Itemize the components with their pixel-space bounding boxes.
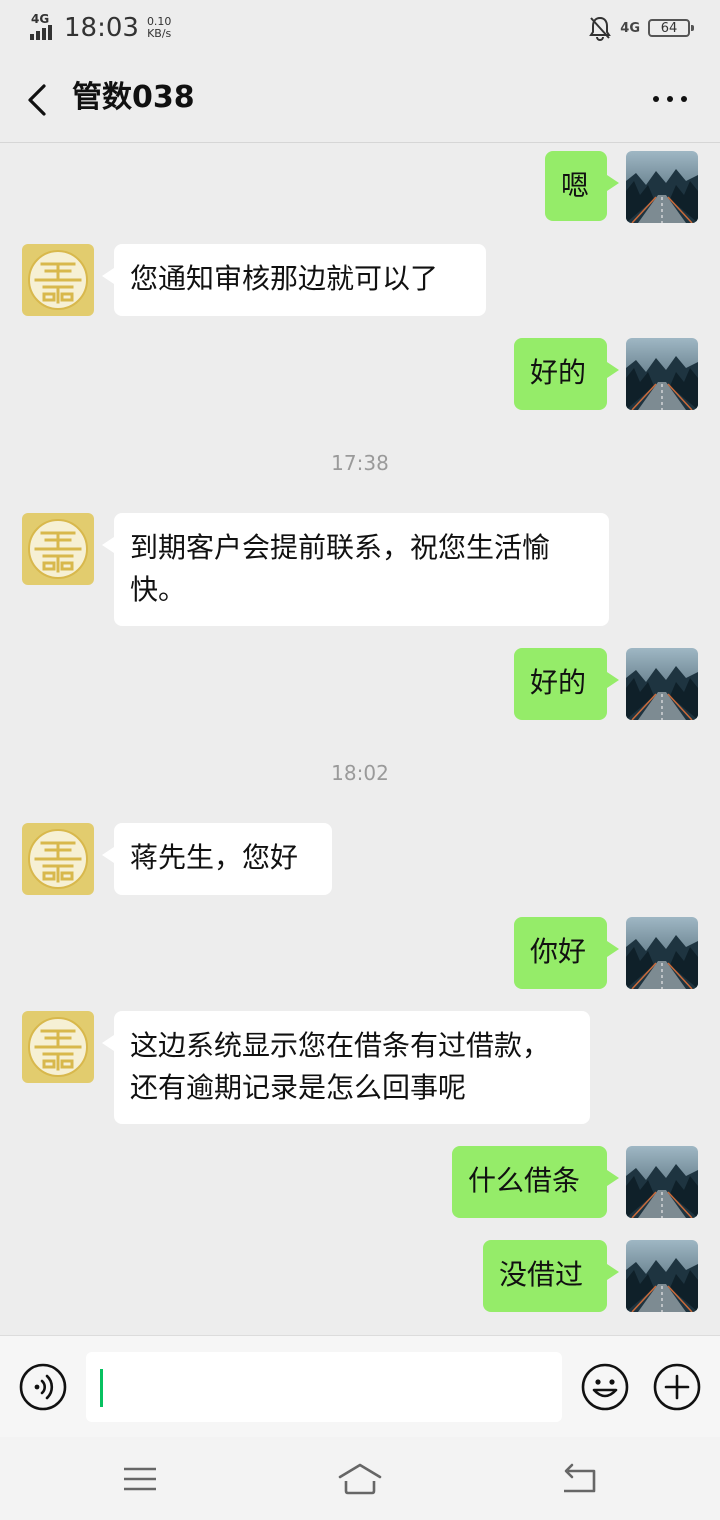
message-bubble[interactable]: 什么借条 xyxy=(452,1146,619,1218)
message-timestamp: 18:02 xyxy=(331,761,389,785)
clock: 18:03 xyxy=(64,13,139,43)
network-type: 4G xyxy=(31,12,50,26)
avatar[interactable] xyxy=(626,917,698,989)
message-bubble[interactable]: 嗯 xyxy=(545,151,619,221)
message-bubble[interactable]: 好的 xyxy=(514,648,619,720)
chevron-left-icon[interactable] xyxy=(20,80,60,120)
avatar[interactable] xyxy=(22,823,94,895)
message-list[interactable]: 嗯 您通知审核那边就可以了 好的 17:38 到期客户会提前联系，祝您生活愉 快… xyxy=(0,143,720,1335)
avatar[interactable] xyxy=(626,338,698,410)
more-horizontal-icon[interactable] xyxy=(650,82,690,116)
avatar[interactable] xyxy=(626,1146,698,1218)
message-bubble[interactable]: 到期客户会提前联系，祝您生活愉 快。 xyxy=(102,513,609,626)
emoji-icon[interactable] xyxy=(580,1362,630,1412)
menu-icon[interactable] xyxy=(118,1457,162,1501)
status-right: 4G 64 xyxy=(588,12,694,44)
voice-icon[interactable] xyxy=(18,1362,68,1412)
avatar[interactable] xyxy=(22,244,94,316)
avatar[interactable] xyxy=(22,1011,94,1083)
battery-icon: 64 xyxy=(648,19,694,37)
message-bubble[interactable]: 蒋先生，您好 xyxy=(102,823,332,895)
text-cursor xyxy=(100,1369,103,1407)
plus-icon[interactable] xyxy=(652,1362,702,1412)
avatar[interactable] xyxy=(626,648,698,720)
message-bubble[interactable]: 你好 xyxy=(514,917,619,989)
avatar[interactable] xyxy=(626,1240,698,1312)
avatar[interactable] xyxy=(626,151,698,223)
mute-notification-icon xyxy=(589,16,612,41)
page-title: 管数038 xyxy=(72,80,195,115)
message-bubble[interactable]: 您通知审核那边就可以了 xyxy=(102,244,486,316)
status-left: 4G 18:03 0.10 KB/s xyxy=(30,12,171,44)
system-nav-bar xyxy=(0,1437,720,1520)
network-speed: 0.10 KB/s xyxy=(147,16,172,40)
message-bubble[interactable]: 没借过 xyxy=(483,1240,619,1312)
home-icon[interactable] xyxy=(336,1457,384,1501)
network-type-right: 4G xyxy=(620,20,640,36)
speed-unit: KB/s xyxy=(147,27,172,40)
message-timestamp: 17:38 xyxy=(331,451,389,475)
battery-level: 64 xyxy=(660,20,678,36)
message-bubble[interactable]: 这边系统显示您在借条有过借款， 还有逾期记录是怎么回事呢 xyxy=(102,1011,590,1124)
back-icon[interactable] xyxy=(558,1457,602,1501)
chat-header: 管数038 xyxy=(0,56,720,143)
signal-icon: 4G xyxy=(30,12,56,42)
status-bar: 4G 18:03 0.10 KB/s 4G 64 xyxy=(0,0,720,56)
message-input[interactable] xyxy=(86,1352,562,1422)
message-bubble[interactable]: 好的 xyxy=(514,338,619,410)
input-bar xyxy=(0,1335,720,1438)
avatar[interactable] xyxy=(22,513,94,585)
